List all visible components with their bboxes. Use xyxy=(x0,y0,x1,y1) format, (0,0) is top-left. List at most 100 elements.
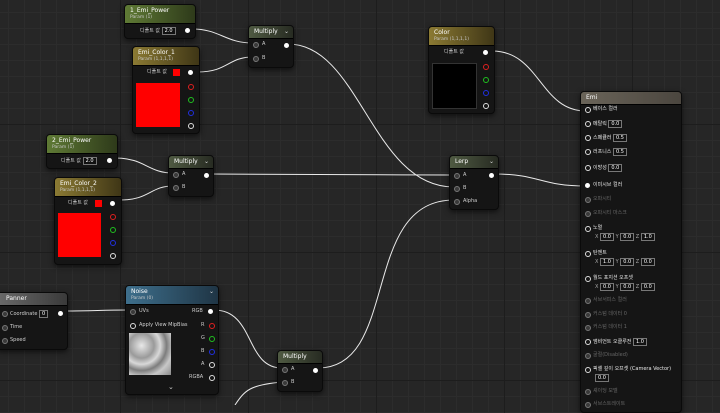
input-pin-a[interactable] xyxy=(454,173,460,179)
input-pin[interactable] xyxy=(585,135,591,141)
input-pin[interactable] xyxy=(585,121,591,127)
node-subtitle: Param (1) xyxy=(52,145,75,150)
input-pin-speed[interactable] xyxy=(2,338,8,344)
output-pin[interactable] xyxy=(284,43,289,48)
chevron-down-icon[interactable]: ⌄ xyxy=(209,288,214,295)
input-pin[interactable] xyxy=(585,226,591,232)
default-color-swatch[interactable] xyxy=(95,200,102,207)
lerp-node[interactable]: Lerp ⌄ A B Alpha xyxy=(449,155,499,210)
chevron-down-icon[interactable]: ⌄ xyxy=(489,158,494,165)
input-pin xyxy=(585,389,591,395)
coordinate-value-field[interactable]: 0 xyxy=(39,310,49,318)
output-pin-b[interactable] xyxy=(110,240,116,246)
chevron-down-icon[interactable]: ⌄ xyxy=(204,158,209,165)
chevron-down-icon[interactable]: ⌄ xyxy=(284,28,289,35)
emi-power-1-node[interactable]: 1_Emi_Power Param (1) 디폴트 값 2.0 xyxy=(124,4,196,39)
multiply-mid-node[interactable]: Multiply ⌄ A B xyxy=(168,155,214,197)
input-pin[interactable] xyxy=(585,276,591,282)
output-pin-r[interactable] xyxy=(209,323,215,329)
input-pin-b[interactable] xyxy=(282,380,288,386)
multiply-top-node[interactable]: Multiply ⌄ A B xyxy=(248,25,294,68)
output-pin[interactable] xyxy=(185,28,190,33)
specular-value[interactable]: 0.5 xyxy=(613,134,627,142)
input-pin-a[interactable] xyxy=(282,367,288,373)
output-pin-r[interactable] xyxy=(188,84,194,90)
node-title: Color xyxy=(434,29,450,36)
output-pin-b[interactable] xyxy=(209,349,215,355)
node-title: Panner xyxy=(6,295,27,302)
output-label-rgb: RGB xyxy=(192,308,203,314)
input-pin-alpha[interactable] xyxy=(454,199,460,205)
emi-power-2-node[interactable]: 2_Emi_Power Param (1) 디폴트 값 2.0 xyxy=(46,134,118,169)
panner-node[interactable]: Panner Coordinate 0 Time Speed xyxy=(0,292,68,350)
expand-chevron-icon[interactable]: ⌄ xyxy=(168,384,174,391)
output-pin-rgba[interactable] xyxy=(209,375,215,381)
output-pin[interactable] xyxy=(107,158,112,163)
output-pin[interactable] xyxy=(313,368,318,373)
input-pin[interactable] xyxy=(585,183,590,188)
output-pin-rgb[interactable] xyxy=(110,201,115,206)
input-pin-uvs[interactable] xyxy=(130,309,136,315)
input-pin[interactable] xyxy=(585,251,591,257)
ambient-occlusion-value[interactable]: 1.0 xyxy=(632,338,647,346)
input-pin[interactable] xyxy=(585,367,591,373)
anisotropy-value[interactable]: 0.0 xyxy=(608,164,623,172)
roughness-value[interactable]: 0.5 xyxy=(613,148,627,156)
output-pin-a[interactable] xyxy=(209,362,215,368)
input-pin[interactable] xyxy=(585,339,591,345)
input-pin xyxy=(585,325,591,331)
input-pin[interactable] xyxy=(585,149,591,155)
input-pin-a[interactable] xyxy=(173,172,179,178)
color-preview xyxy=(136,83,180,127)
input-pin-mipbias[interactable] xyxy=(130,323,136,329)
output-pin-rgb[interactable] xyxy=(188,70,193,75)
input-pin-a[interactable] xyxy=(253,42,259,48)
output-pin-rgb[interactable] xyxy=(483,50,488,55)
wire-lerp-to-emi xyxy=(493,173,587,187)
default-color-swatch[interactable] xyxy=(173,69,180,76)
input-pin-coordinate[interactable] xyxy=(2,311,8,317)
input-pin[interactable] xyxy=(585,165,591,171)
input-pin-b[interactable] xyxy=(454,186,460,192)
output-pin[interactable] xyxy=(204,173,209,178)
default-value-field[interactable]: 2.0 xyxy=(82,157,97,165)
noise-node[interactable]: Noise Param (0) ⌄ UVs Apply View MipBias R… xyxy=(125,285,219,395)
output-label-g: G xyxy=(201,335,205,341)
output-pin-b[interactable] xyxy=(188,110,194,116)
emi-color-1-node[interactable]: Emi_Color_1 Param (1,1,1,1) 디폴트 값 xyxy=(132,46,200,134)
input-pin-b[interactable] xyxy=(173,185,179,191)
output-pin-g[interactable] xyxy=(483,77,489,83)
output-pin-g[interactable] xyxy=(110,227,116,233)
wire-multiply-to-lerp-alpha xyxy=(317,199,455,369)
output-pin-r[interactable] xyxy=(483,64,489,70)
output-pin-a[interactable] xyxy=(483,103,489,109)
input-pin-b[interactable] xyxy=(253,56,259,62)
default-value-label: 디폴트 값 xyxy=(444,49,464,55)
output-pin-a[interactable] xyxy=(188,123,194,129)
input-pin[interactable] xyxy=(585,107,591,113)
emi-material-node[interactable]: Emi 베이스 컬러 메탈릭 0.0 스페큘러 0.5 러프니스 0.5 이방성… xyxy=(580,91,682,413)
metallic-value[interactable]: 0.0 xyxy=(608,120,623,128)
output-pin-g[interactable] xyxy=(209,336,215,342)
wire-noise-to-multiply xyxy=(213,309,283,369)
output-pin-g[interactable] xyxy=(188,97,194,103)
default-value-label: 디폴트 값 xyxy=(68,200,88,206)
default-value-field[interactable]: 2.0 xyxy=(161,27,176,35)
output-pin-b[interactable] xyxy=(483,90,489,96)
output-pin-r[interactable] xyxy=(110,214,116,220)
output-pin[interactable] xyxy=(58,311,63,316)
wire-panner-to-noise xyxy=(63,309,131,312)
wpo-xyz-fields[interactable]: X 0.0 Y 0.0 Z 0.0 xyxy=(595,283,655,291)
node-title: Noise xyxy=(131,288,148,295)
pixel-depth-offset-field[interactable]: 0.0 xyxy=(595,374,609,382)
output-pin-rgb[interactable] xyxy=(208,309,213,314)
multiply-bottom-node[interactable]: Multiply A B xyxy=(277,350,323,392)
normal-xyz-fields[interactable]: X 0.0 Y 0.0 Z 1.0 xyxy=(595,233,655,241)
tangent-xyz-fields[interactable]: X 1.0 Y 0.0 Z 0.0 xyxy=(595,258,655,266)
input-label-alpha: Alpha xyxy=(463,198,478,204)
emi-color-2-node[interactable]: Emi_Color_2 Param (1,1,1,1) 디폴트 값 xyxy=(54,177,122,265)
color-node[interactable]: Color Param (1,1,1,1) 디폴트 값 xyxy=(428,26,495,114)
output-pin[interactable] xyxy=(489,173,494,178)
output-pin-a[interactable] xyxy=(110,253,116,259)
input-pin-time[interactable] xyxy=(2,325,8,331)
